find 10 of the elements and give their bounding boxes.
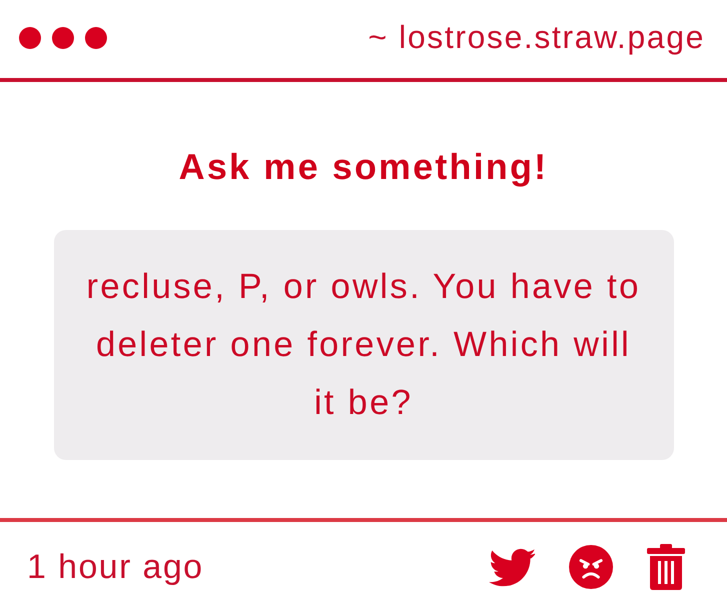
url-text: ~ lostrose.straw.page	[368, 18, 705, 56]
prompt-heading: Ask me something!	[178, 146, 548, 188]
window-dot-icon	[19, 27, 41, 49]
timestamp-text: 1 hour ago	[27, 548, 204, 586]
window-dot-icon	[85, 27, 107, 49]
question-text: recluse, P, or owls. You have to deleter one forever. Which will it be?	[85, 266, 642, 424]
window-dot-icon	[52, 27, 74, 49]
trash-icon[interactable]	[647, 544, 685, 590]
angry-face-icon[interactable]	[569, 545, 613, 589]
bird-icon[interactable]	[489, 548, 535, 586]
